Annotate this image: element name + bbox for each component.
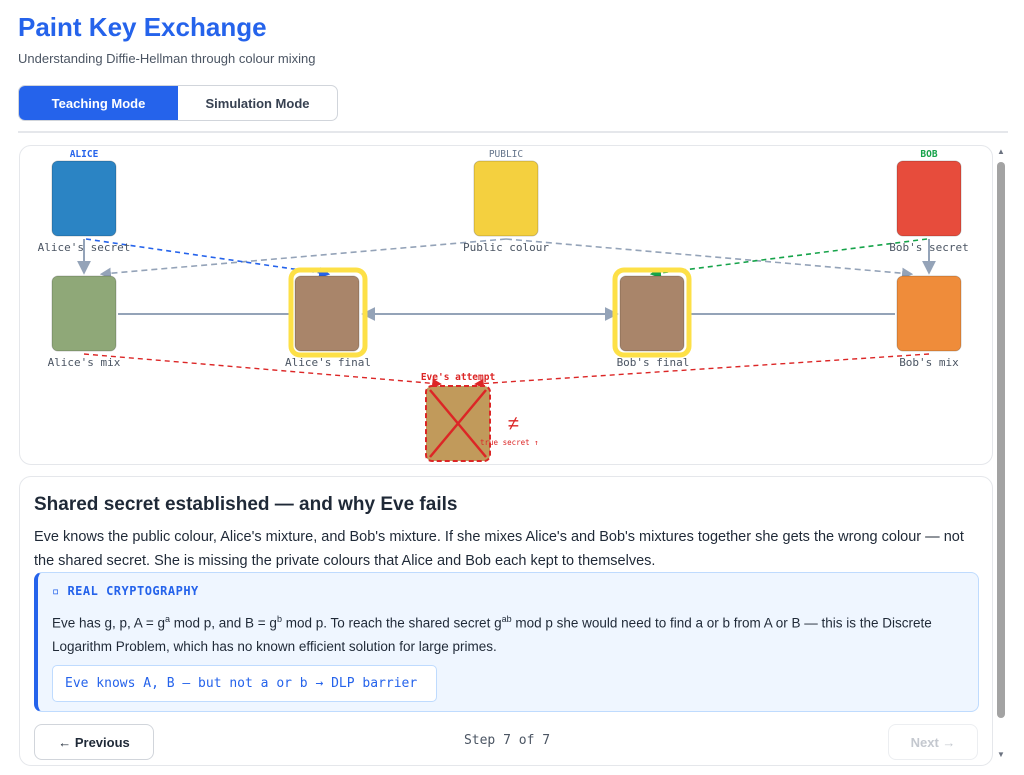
- explanation-panel: Shared secret established — and why Eve …: [19, 476, 993, 766]
- alice-final-paint: [294, 275, 360, 352]
- next-button[interactable]: Next →: [888, 724, 978, 760]
- alice-mix-label: Alice's mix: [48, 356, 121, 369]
- public-colour-paint: [473, 160, 539, 237]
- paint-diagram: ALICE PUBLIC BOB Alice's secret Public c…: [19, 145, 993, 465]
- previous-button[interactable]: ← Previous: [34, 724, 154, 760]
- eve-attempt-label: Eve's attempt: [421, 372, 495, 383]
- alice-secret-paint: [51, 160, 117, 237]
- scrollbar-thumb[interactable]: [997, 162, 1005, 718]
- crypto-text-part: Eve has g, p, A = g: [52, 615, 165, 631]
- not-equal-sign: ≠: [508, 413, 519, 435]
- alice-mix-to-eve-arrow: [83, 353, 442, 389]
- crypto-sup-ab: ab: [501, 614, 512, 624]
- real-cryptography-heading: ▫ REAL CRYPTOGRAPHY: [52, 584, 199, 598]
- diagram-canvas: ALICE PUBLIC BOB Alice's secret Public c…: [38, 149, 969, 462]
- bob-secret-to-final-arrow: [649, 238, 928, 279]
- bob-secret-paint: [896, 160, 962, 237]
- app-subtitle: Understanding Diffie-Hellman through col…: [18, 51, 316, 66]
- alice-secret-label: Alice's secret: [38, 241, 131, 254]
- real-cryptography-text: Eve has g, p, A = ga mod p, and B = gb m…: [52, 608, 952, 658]
- crypto-text-part: mod p, and B = g: [169, 615, 277, 631]
- header-divider: [18, 131, 1008, 133]
- bob-header: BOB: [920, 149, 937, 160]
- dlp-code-snippet: Eve knows A, B — but not a or b → DLP ba…: [52, 665, 437, 702]
- public-colour-label: Public colour: [463, 241, 549, 254]
- bob-mix-paint: [896, 275, 962, 352]
- alice-header: ALICE: [70, 149, 99, 160]
- true-secret-note: true secret ↑: [480, 438, 539, 447]
- public-header: PUBLIC: [489, 149, 523, 160]
- bob-final-label: Bob's final: [617, 356, 690, 369]
- real-cryptography-callout: ▫ REAL CRYPTOGRAPHY Eve has g, p, A = ga…: [34, 572, 979, 712]
- alice-mix-paint: [51, 275, 117, 352]
- scroll-down-arrow-icon[interactable]: ▼: [995, 749, 1007, 761]
- step-indicator: Step 7 of 7: [463, 733, 551, 748]
- public-to-bob-mix-arrow: [505, 238, 914, 279]
- tab-teaching-mode[interactable]: Teaching Mode: [19, 86, 178, 120]
- scrollbar[interactable]: ▲ ▼: [995, 146, 1007, 761]
- app-title: Paint Key Exchange: [18, 12, 267, 42]
- explanation-body: Eve knows the public colour, Alice's mix…: [34, 529, 964, 569]
- mode-tabs: Teaching Mode Simulation Mode: [18, 85, 338, 121]
- explanation-title: Shared secret established — and why Eve …: [34, 494, 458, 515]
- bob-mix-label: Bob's mix: [899, 356, 959, 369]
- bob-secret-label: Bob's secret: [889, 241, 968, 254]
- alice-final-label: Alice's final: [285, 356, 371, 369]
- bob-mix-to-eve-arrow: [474, 353, 930, 389]
- crypto-text-part: mod p. To reach the shared secret g: [281, 615, 502, 631]
- tab-simulation-mode[interactable]: Simulation Mode: [178, 86, 337, 120]
- bob-final-paint: [619, 275, 685, 352]
- scroll-up-arrow-icon[interactable]: ▲: [995, 146, 1007, 158]
